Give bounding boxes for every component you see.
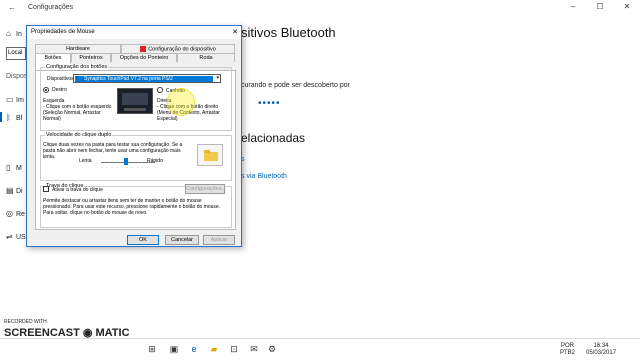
mouse-icon: ▯ bbox=[6, 163, 11, 172]
group-label: Velocidade do clique duplo bbox=[45, 132, 113, 138]
nav-item-label: Im bbox=[16, 97, 24, 104]
group-label: Configuração dos botões bbox=[45, 64, 109, 70]
searching-indicator: ••••• bbox=[258, 98, 281, 109]
click-lock-checkbox[interactable] bbox=[43, 186, 49, 192]
keyboard-icon: ▤ bbox=[6, 186, 14, 195]
apply-button[interactable]: Aplicar bbox=[203, 235, 235, 245]
active-indicator bbox=[0, 112, 2, 122]
nav-item-autoplay[interactable]: ◎ Re bbox=[6, 209, 25, 218]
dialog-titlebar: Propriedades de Mouse ✕ bbox=[27, 26, 241, 39]
double-click-desc: Clique duas vezes na pasta para testar s… bbox=[43, 142, 183, 160]
double-click-speed-track bbox=[101, 162, 155, 163]
lang-code: POR bbox=[561, 343, 575, 349]
minimize-icon[interactable]: – bbox=[566, 2, 580, 13]
store-icon[interactable]: ⊡ bbox=[228, 344, 240, 356]
nav-item-usb[interactable]: ⇌ US bbox=[6, 232, 26, 241]
nav-item-typing[interactable]: ▤ Di bbox=[6, 186, 23, 195]
click-lock-label: Ativar a trava do clique bbox=[52, 187, 103, 193]
device-select-value: Synaptics TouchPad V7.2 na porta PS/2 bbox=[75, 76, 213, 82]
tab-label: Configuração do dispositivo bbox=[148, 46, 216, 53]
close-icon[interactable]: ✕ bbox=[232, 28, 238, 36]
related-settings-title: elacionadas bbox=[241, 131, 306, 145]
mouse-properties-dialog: Propriedades de Mouse ✕ Hardware Configu… bbox=[26, 25, 242, 247]
nav-item-label: US bbox=[16, 234, 26, 241]
nav-item-label: Re bbox=[16, 211, 25, 218]
cancel-button[interactable]: Cancelar bbox=[165, 235, 199, 245]
double-click-speed-slider[interactable] bbox=[124, 158, 128, 165]
maximize-icon[interactable]: ☐ bbox=[593, 2, 607, 13]
nav-item-label: M bbox=[16, 165, 22, 172]
cursor-highlight bbox=[167, 88, 195, 116]
related-link-bluetooth[interactable]: s via Bluetooth bbox=[241, 173, 287, 180]
clock[interactable]: 16:34 05/03/2017 bbox=[586, 343, 616, 357]
chevron-down-icon: ▾ bbox=[216, 75, 219, 81]
tab-wheel[interactable]: Roda bbox=[177, 53, 235, 62]
clock-time: 16:34 bbox=[593, 343, 609, 349]
radio-right-label: Destro bbox=[52, 87, 67, 93]
nav-item-printers[interactable]: ▭ Im bbox=[6, 95, 24, 104]
test-folder-icon[interactable] bbox=[197, 144, 223, 166]
language-indicator[interactable]: POR PTB2 bbox=[560, 343, 575, 357]
bluetooth-icon: ᛒ bbox=[6, 113, 11, 122]
settings-titlebar: ← Configurações – ☐ ✕ bbox=[0, 0, 640, 15]
nav-item-mouse[interactable]: ▯ M bbox=[6, 163, 22, 172]
watermark-caption: RECORDED WITH bbox=[4, 319, 47, 325]
device-select[interactable]: Synaptics TouchPad V7.2 na porta PS/2 ▾ bbox=[73, 74, 221, 83]
edge-icon[interactable]: e bbox=[188, 344, 200, 356]
screencast-watermark: RECORDED WITH SCREENCAST ◉ MATIC bbox=[4, 319, 130, 339]
radio-left-handed[interactable] bbox=[157, 87, 163, 93]
radio-right-handed[interactable] bbox=[43, 87, 49, 93]
printer-icon: ▭ bbox=[6, 95, 14, 104]
home-icon: ⌂ bbox=[6, 29, 11, 38]
nav-item-home[interactable]: ⌂ In bbox=[6, 29, 22, 38]
watermark-text: SCREENCAST ◉ MATIC bbox=[4, 327, 130, 339]
tab-device-settings[interactable]: Configuração do dispositivo bbox=[121, 44, 235, 53]
ok-button[interactable]: OK bbox=[127, 235, 159, 245]
nav-item-label: Bl bbox=[16, 115, 23, 122]
touchpad-image bbox=[117, 88, 153, 114]
nav-item-label: In bbox=[16, 31, 22, 38]
section-header: Dispos bbox=[6, 73, 28, 80]
synaptics-icon bbox=[140, 46, 147, 52]
task-view-icon[interactable]: ▣ bbox=[168, 344, 180, 356]
windows-icon[interactable]: ⊞ bbox=[146, 344, 158, 356]
click-lock-settings-button[interactable]: Configurações... bbox=[185, 184, 226, 194]
slider-ticks: · · · · · · · · · · bbox=[101, 165, 150, 171]
fast-label: Rápido bbox=[147, 158, 163, 164]
tab-hardware[interactable]: Hardware bbox=[35, 44, 121, 53]
usb-icon: ⇌ bbox=[6, 232, 13, 241]
slow-label: Lenta bbox=[79, 158, 92, 164]
back-arrow-icon[interactable]: ← bbox=[8, 3, 16, 12]
close-icon[interactable]: ✕ bbox=[620, 2, 634, 13]
page-title: sitivos Bluetooth bbox=[241, 25, 336, 40]
click-lock-desc: Permite destacar ou arrastar itens sem t… bbox=[43, 198, 221, 216]
settings-title: Configurações bbox=[28, 4, 74, 11]
mail-icon[interactable]: ✉ bbox=[248, 344, 260, 356]
settings-icon[interactable]: ⚙ bbox=[266, 344, 278, 356]
search-input[interactable]: Local bbox=[6, 47, 26, 60]
tab-pointer-options[interactable]: Opções do Ponteiro bbox=[111, 53, 177, 62]
autoplay-icon: ◎ bbox=[6, 209, 13, 218]
dialog-title: Propriedades de Mouse bbox=[31, 29, 95, 35]
file-explorer-icon[interactable]: ▰ bbox=[208, 344, 220, 356]
left-button-desc: - Clique com o botão esquerdo (Seleção N… bbox=[43, 104, 112, 122]
devices-label: Dispositivos bbox=[47, 76, 74, 82]
keyboard-layout: PTB2 bbox=[560, 350, 576, 356]
tab-pointers[interactable]: Ponteiros bbox=[71, 53, 111, 62]
clock-date: 05/03/2017 bbox=[586, 350, 617, 356]
nav-item-bluetooth[interactable]: ᛒ Bl bbox=[0, 112, 23, 122]
nav-item-label: Di bbox=[16, 188, 23, 195]
taskbar: ⊞ ▣ e ▰ ⊡ ✉ ⚙ POR PTB2 16:34 05/03/2017 bbox=[0, 338, 640, 360]
discoverable-text: curando e pode ser descoberto por bbox=[241, 82, 350, 89]
